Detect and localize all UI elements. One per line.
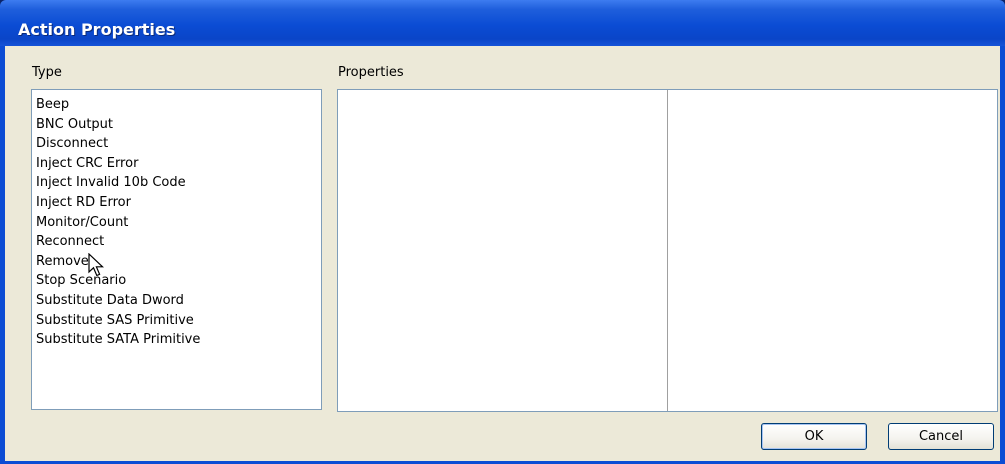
list-item[interactable]: Disconnect bbox=[32, 134, 321, 154]
type-label: Type bbox=[32, 65, 62, 80]
list-item[interactable]: Inject Invalid 10b Code bbox=[32, 173, 321, 193]
type-listbox[interactable]: Beep BNC Output Disconnect Inject CRC Er… bbox=[31, 89, 322, 410]
window-frame-right bbox=[1000, 46, 1005, 464]
list-item[interactable]: Remove bbox=[32, 252, 321, 272]
ok-button[interactable]: OK bbox=[761, 423, 867, 450]
properties-grid[interactable] bbox=[337, 89, 998, 412]
list-item[interactable]: Substitute SATA Primitive bbox=[32, 330, 321, 350]
window-title: Action Properties bbox=[18, 20, 176, 39]
list-item[interactable]: Stop Scenario bbox=[32, 271, 321, 291]
properties-label: Properties bbox=[338, 65, 404, 80]
list-item[interactable]: Inject RD Error bbox=[32, 193, 321, 213]
list-item[interactable]: BNC Output bbox=[32, 115, 321, 135]
list-item[interactable]: Substitute SAS Primitive bbox=[32, 311, 321, 331]
list-item[interactable]: Inject CRC Error bbox=[32, 154, 321, 174]
list-item[interactable]: Reconnect bbox=[32, 232, 321, 252]
list-item[interactable]: Beep bbox=[32, 95, 321, 115]
cancel-button[interactable]: Cancel bbox=[888, 423, 994, 450]
list-item[interactable]: Substitute Data Dword bbox=[32, 291, 321, 311]
arrow-cursor-icon bbox=[88, 253, 105, 277]
properties-name-column[interactable] bbox=[338, 90, 668, 411]
properties-value-column[interactable] bbox=[668, 90, 997, 411]
title-bar[interactable]: Action Properties bbox=[0, 0, 1005, 46]
dialog-body: Type Properties Beep BNC Output Disconne… bbox=[5, 46, 1000, 461]
action-properties-dialog: Action Properties Type Properties Beep B… bbox=[0, 0, 1005, 464]
list-item[interactable]: Monitor/Count bbox=[32, 213, 321, 233]
